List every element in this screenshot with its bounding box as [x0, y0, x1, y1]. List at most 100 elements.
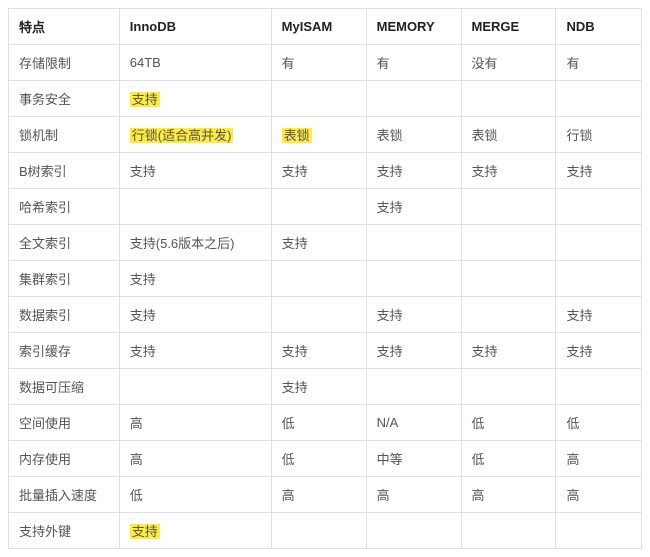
highlight: 表锁 [282, 128, 312, 143]
table-cell: 低 [271, 405, 366, 441]
table-cell: 支持 [119, 81, 271, 117]
table-cell [461, 297, 556, 333]
table-cell: 支持 [366, 189, 461, 225]
table-cell: 低 [556, 405, 642, 441]
table-cell: 支持 [366, 153, 461, 189]
table-cell: 支持 [119, 513, 271, 549]
table-cell [271, 513, 366, 549]
table-cell [271, 297, 366, 333]
row-feature-label: 空间使用 [9, 405, 120, 441]
table-cell [366, 81, 461, 117]
table-cell: 支持 [119, 261, 271, 297]
table-cell: 支持 [556, 333, 642, 369]
table-cell [366, 513, 461, 549]
table-cell: 低 [461, 441, 556, 477]
table-cell [271, 189, 366, 225]
table-cell [366, 261, 461, 297]
table-cell: 有 [271, 45, 366, 81]
table-cell: 低 [461, 405, 556, 441]
table-row: 锁机制行锁(适合高并发)表锁表锁表锁行锁 [9, 117, 642, 153]
row-feature-label: 索引缓存 [9, 333, 120, 369]
row-feature-label: 全文索引 [9, 225, 120, 261]
col-header-ndb: NDB [556, 9, 642, 45]
table-header-row: 特点 InnoDB MyISAM MEMORY MERGE NDB [9, 9, 642, 45]
table-cell: 支持 [366, 297, 461, 333]
table-cell [461, 369, 556, 405]
table-cell [556, 261, 642, 297]
highlight: 支持 [130, 524, 160, 539]
table-cell: 支持 [461, 153, 556, 189]
row-feature-label: 存储限制 [9, 45, 120, 81]
row-feature-label: 哈希索引 [9, 189, 120, 225]
col-header-memory: MEMORY [366, 9, 461, 45]
table-cell [271, 81, 366, 117]
table-cell: 支持 [271, 153, 366, 189]
table-cell: 支持 [119, 153, 271, 189]
table-cell: 高 [556, 441, 642, 477]
row-feature-label: 数据可压缩 [9, 369, 120, 405]
table-cell: 64TB [119, 45, 271, 81]
col-header-innodb: InnoDB [119, 9, 271, 45]
table-row: 数据索引支持支持支持 [9, 297, 642, 333]
table-row: 索引缓存支持支持支持支持支持 [9, 333, 642, 369]
col-header-feature: 特点 [9, 9, 120, 45]
row-feature-label: 批量插入速度 [9, 477, 120, 513]
table-row: 全文索引支持(5.6版本之后)支持 [9, 225, 642, 261]
table-cell [366, 369, 461, 405]
table-cell: 有 [366, 45, 461, 81]
row-feature-label: 事务安全 [9, 81, 120, 117]
table-row: 事务安全支持 [9, 81, 642, 117]
table-cell [271, 261, 366, 297]
table-cell: 行锁(适合高并发) [119, 117, 271, 153]
row-feature-label: 集群索引 [9, 261, 120, 297]
table-cell [556, 513, 642, 549]
table-cell: 支持(5.6版本之后) [119, 225, 271, 261]
table-cell: 支持 [556, 297, 642, 333]
table-cell: 表锁 [366, 117, 461, 153]
table-row: 存储限制64TB有有没有有 [9, 45, 642, 81]
table-cell: 表锁 [461, 117, 556, 153]
table-cell [556, 225, 642, 261]
table-cell: 支持 [271, 369, 366, 405]
highlight: 支持 [130, 92, 160, 107]
table-cell: 支持 [119, 297, 271, 333]
table-cell [461, 513, 556, 549]
table-cell [556, 369, 642, 405]
table-cell: 有 [556, 45, 642, 81]
table-cell: 高 [556, 477, 642, 513]
table-body: 存储限制64TB有有没有有事务安全支持锁机制行锁(适合高并发)表锁表锁表锁行锁B… [9, 45, 642, 549]
table-cell [366, 225, 461, 261]
table-cell: 高 [119, 405, 271, 441]
table-row: 空间使用高低N/A低低 [9, 405, 642, 441]
row-feature-label: 支持外键 [9, 513, 120, 549]
table-row: 内存使用高低中等低高 [9, 441, 642, 477]
table-row: 数据可压缩 支持 [9, 369, 642, 405]
table-cell [556, 81, 642, 117]
table-row: 集群索引支持 [9, 261, 642, 297]
table-row: B树索引支持支持支持支持支持 [9, 153, 642, 189]
table-cell [461, 81, 556, 117]
table-cell [556, 189, 642, 225]
table-cell: 支持 [271, 333, 366, 369]
table-cell: 表锁 [271, 117, 366, 153]
table-cell: 中等 [366, 441, 461, 477]
table-cell [461, 189, 556, 225]
table-cell [461, 261, 556, 297]
table-cell [119, 189, 271, 225]
table-cell: 支持 [461, 333, 556, 369]
table-cell: 支持 [556, 153, 642, 189]
table-row: 批量插入速度低高高高高 [9, 477, 642, 513]
row-feature-label: B树索引 [9, 153, 120, 189]
storage-engine-comparison-table: 特点 InnoDB MyISAM MEMORY MERGE NDB 存储限制64… [8, 8, 642, 549]
row-feature-label: 内存使用 [9, 441, 120, 477]
table-cell [461, 225, 556, 261]
table-cell: N/A [366, 405, 461, 441]
col-header-myisam: MyISAM [271, 9, 366, 45]
table-cell: 高 [271, 477, 366, 513]
table-cell [119, 369, 271, 405]
highlight: 行锁(适合高并发) [130, 128, 234, 143]
table-cell: 支持 [271, 225, 366, 261]
table-cell: 支持 [366, 333, 461, 369]
table-cell: 高 [119, 441, 271, 477]
row-feature-label: 锁机制 [9, 117, 120, 153]
